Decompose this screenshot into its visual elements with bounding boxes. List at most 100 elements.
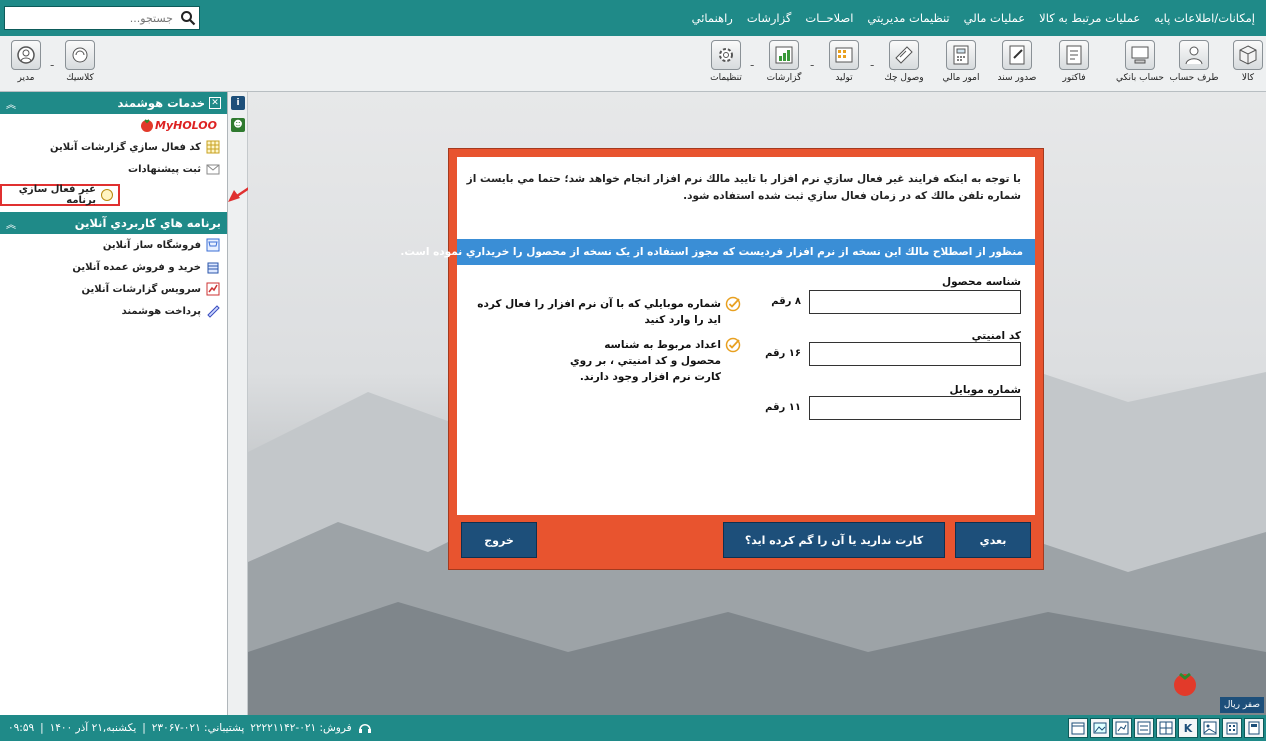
security-code-hint: ۱۶ رقم: [765, 348, 801, 359]
search-box: [4, 6, 200, 30]
menu-corrections[interactable]: اصلاحــات: [798, 11, 860, 25]
support-phone: پشتيباني: ۰۲۱-۲۳۰۶۷: [151, 722, 245, 734]
toolbar-separator: -: [50, 58, 55, 72]
toolbar-label: توليد: [835, 73, 853, 83]
list-icon[interactable]: [1134, 718, 1154, 738]
smart-services-header: ✕ خدمات هوشمند ︽: [0, 92, 227, 114]
toolbar-check-collection-button[interactable]: وصول چك: [880, 40, 928, 90]
invoice-icon: [1059, 40, 1089, 70]
collapse-icon[interactable]: ︽: [6, 216, 16, 231]
panel-item-label: خريد و فروش عمده آنلاين: [72, 261, 201, 273]
search-icon[interactable]: [177, 7, 199, 29]
online-store-builder-item[interactable]: فروشگاه ساز آنلاين: [0, 234, 227, 256]
next-button[interactable]: بعدي: [955, 522, 1031, 558]
suggestions-item[interactable]: ثبت پيشنهادات: [0, 158, 227, 180]
online-report-activation-item[interactable]: كد فعال سازي گزارشات آنلاين: [0, 136, 227, 158]
deactivation-dialog: با توجه به اينكه فرايند غير فعال سازي نر…: [400, 148, 1044, 570]
toolbar-label: كالا: [1241, 73, 1255, 83]
toolbar-account-party-button[interactable]: طرف حساب: [1169, 40, 1219, 90]
building-icon[interactable]: [1222, 718, 1242, 738]
toolbar-settings-button[interactable]: تنظيمات: [702, 40, 750, 90]
chart-icon: [205, 281, 221, 297]
myholoo-logo: MyHOLOO: [0, 114, 227, 136]
grid-icon: [205, 139, 221, 155]
toolbar-label: فاكتور: [1062, 73, 1086, 83]
calculator-icon[interactable]: [1244, 718, 1264, 738]
status-date: يكشنبه,۲۱ آذر ۱۴۰۰: [49, 722, 137, 734]
currency-indicator: صفر ريال: [1219, 697, 1264, 713]
tomato-logo-icon: [141, 119, 153, 132]
side-panel: ✕ خدمات هوشمند ︽ MyHOLOO كد فعال سازي گز…: [0, 92, 228, 715]
holoo-mascot-icon: [1174, 672, 1196, 696]
close-icon[interactable]: ✕: [209, 97, 221, 109]
panel-item-label: پرداخت هوشمند: [121, 305, 201, 317]
toolbar-production-button[interactable]: توليد: [820, 40, 868, 90]
toolbar-label: گزارشات: [766, 73, 802, 83]
toolbar-label: امور مالي: [942, 73, 980, 83]
lost-card-button[interactable]: كارت نداريد يا آن را گم كرده ايد؟: [723, 522, 945, 558]
toolbar-manager-button[interactable]: مدير: [2, 40, 50, 90]
toolbar-label: تنظيمات: [710, 73, 742, 83]
online-report-service-item[interactable]: سرويس گزارشات آنلاين: [0, 278, 227, 300]
menu-management-settings[interactable]: تنظيمات مديريتي: [860, 11, 956, 25]
toolbar-label: طرف حساب: [1169, 73, 1219, 83]
security-code-label: كد امنيتي: [971, 330, 1021, 342]
wholesale-trade-item[interactable]: خريد و فروش عمده آنلاين: [0, 256, 227, 278]
bank-icon: [1125, 40, 1155, 70]
status-bar: فروش: ۰۲۱-۲۲۲۲۱۱۴۲ پشتيباني: ۰۲۱-۲۳۰۶۷ |…: [0, 715, 1266, 741]
chart-icon[interactable]: [1112, 718, 1132, 738]
toolbar-financial-affairs-button[interactable]: امور مالي: [937, 40, 985, 90]
info-icon[interactable]: i: [231, 96, 245, 110]
sales-phone: فروش: ۰۲۱-۲۲۲۲۱۱۴۲: [250, 722, 352, 734]
menu-reports[interactable]: گزارشات: [740, 11, 799, 25]
smart-payment-item[interactable]: پرداخت هوشمند: [0, 300, 227, 322]
main-menu-bar: إمكانات/اطلاعات پايه عمليات مرتبط به كال…: [0, 0, 1266, 36]
menu-help[interactable]: راهنمائي: [685, 11, 740, 25]
toolbar-bank-account-button[interactable]: حساب بانكي: [1116, 40, 1164, 90]
online-apps-header: برنامه هاي كاربردي آنلاين ︽: [0, 212, 227, 234]
grid-icon[interactable]: [1156, 718, 1176, 738]
deactivate-program-item[interactable]: غير فعال سازي برنامه: [0, 184, 120, 206]
smart-services-title: خدمات هوشمند: [117, 96, 205, 110]
gear-icon: [711, 40, 741, 70]
panel-item-label: ثبت پيشنهادات: [128, 163, 201, 175]
product-id-input[interactable]: [809, 290, 1021, 314]
status-time: ۰۹:۵۹: [8, 722, 35, 734]
security-code-input[interactable]: [809, 342, 1021, 366]
toolbar-goods-button[interactable]: كالا: [1224, 40, 1266, 90]
toolbar-label: صدور سند: [997, 73, 1037, 83]
exit-button[interactable]: خروج: [461, 522, 537, 558]
check-icon: [889, 40, 919, 70]
building-icon: [205, 259, 221, 275]
toolbar-label: كلاسيك: [66, 73, 94, 83]
collapse-icon[interactable]: ︽: [6, 96, 16, 111]
mobile-tip-text: شماره موبايلي كه با آن نرم افزار را فعال…: [477, 298, 721, 326]
toolbar-classic-button[interactable]: كلاسيك: [56, 40, 104, 90]
dialog-body: با توجه به اينكه فرايند غير فعال سازي نر…: [400, 157, 1035, 515]
toolbar: كالا طرف حساب حساب بانكي فاكتور صدور سند…: [0, 36, 1266, 92]
search-input[interactable]: [7, 8, 177, 28]
toolbar-invoice-button[interactable]: فاكتور: [1050, 40, 1098, 90]
user-icon[interactable]: ☻: [231, 118, 245, 132]
menu-basic-info[interactable]: إمكانات/اطلاعات پايه: [1147, 11, 1262, 25]
toolbar-separator: -: [750, 58, 755, 72]
factory-icon: [829, 40, 859, 70]
toolbar-label: مدير: [17, 73, 35, 83]
toolbar-issue-document-button[interactable]: صدور سند: [993, 40, 1041, 90]
toolbar-separator: -: [810, 58, 815, 72]
status-divider: |: [40, 722, 44, 734]
menu-financial-operations[interactable]: عمليات مالي: [957, 11, 1033, 25]
product-id-hint: ۸ رقم: [771, 296, 801, 307]
document-icon: [1002, 40, 1032, 70]
keyboard-icon[interactable]: K: [1178, 718, 1198, 738]
online-apps-title: برنامه هاي كاربردي آنلاين: [74, 216, 221, 230]
menu-goods-operations[interactable]: عمليات مرتبط به كالا: [1032, 11, 1147, 25]
toolbar-label: حساب بانكي: [1116, 73, 1164, 83]
image-icon[interactable]: [1200, 718, 1220, 738]
owner-phone-notice: با توجه به اينكه فرايند غير فعال سازي نر…: [466, 173, 1021, 202]
gallery-icon[interactable]: [1090, 718, 1110, 738]
mobile-number-label: شماره موبايل: [949, 384, 1022, 396]
toolbar-reports-button[interactable]: گزارشات: [760, 40, 808, 90]
mobile-number-input[interactable]: [809, 396, 1021, 420]
calendar-icon[interactable]: [1068, 718, 1088, 738]
